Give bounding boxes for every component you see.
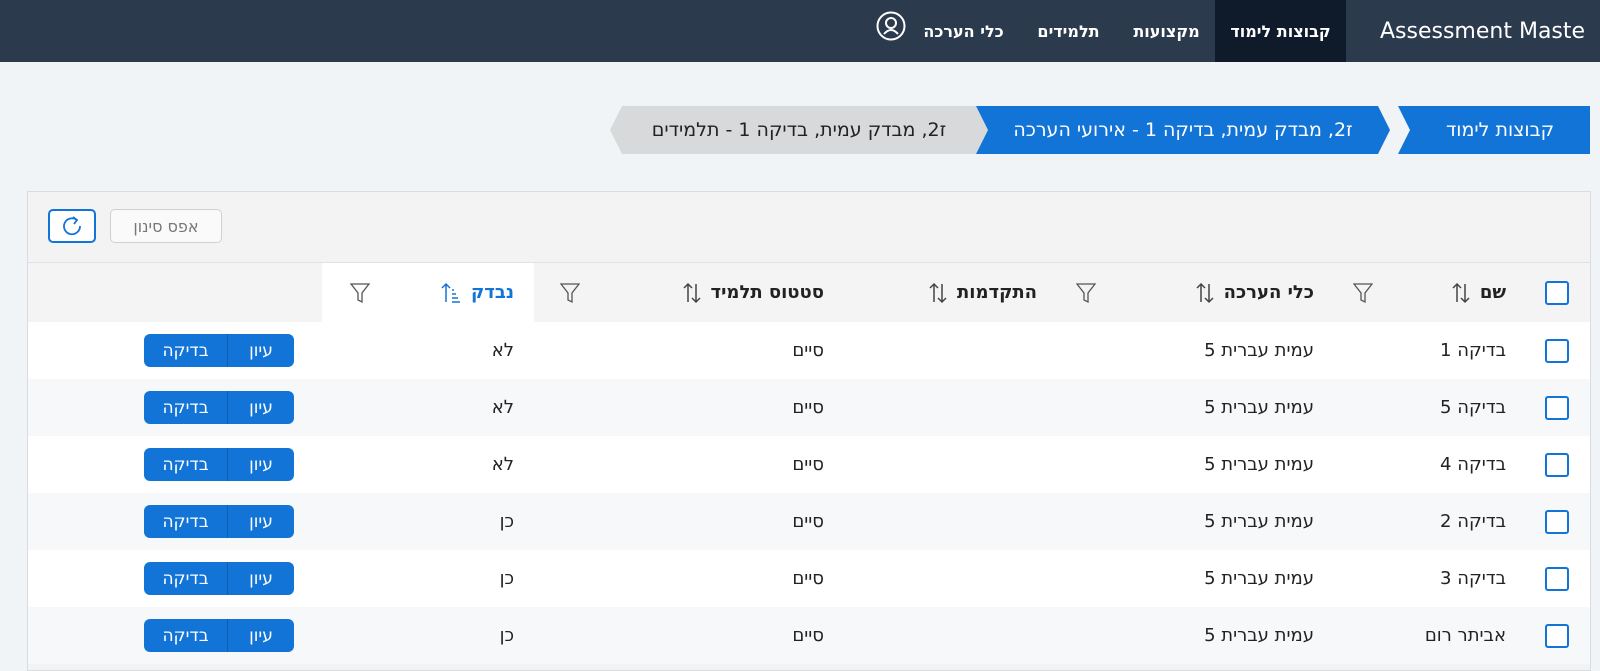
table-row: אביתר רום עמית עברית 5 סיים כן בדיקה עיו… [28, 607, 1590, 664]
sort-icon [1452, 282, 1470, 304]
header-name-label: שם [1479, 282, 1506, 303]
sort-icon [929, 282, 947, 304]
cell-name: אביתר רום [1424, 625, 1506, 646]
row-checkbox[interactable] [1542, 493, 1572, 550]
view-button[interactable]: עיון [228, 562, 294, 595]
header-name[interactable]: שם [1452, 263, 1506, 322]
header-tool-label: כלי הערכה [1223, 282, 1314, 303]
check-button[interactable]: בדיקה [144, 562, 228, 595]
view-button[interactable]: עיון [228, 448, 294, 481]
cell-tool: עמית עברית 5 [1204, 568, 1314, 589]
cell-checked: לא [491, 397, 514, 418]
breadcrumb-item-study-groups[interactable]: קבוצות לימוד [1410, 106, 1590, 154]
header-checked-label: נבדק [471, 282, 514, 303]
check-button[interactable]: בדיקה [144, 391, 228, 424]
row-checkbox[interactable] [1542, 607, 1572, 664]
top-nav: Assessment Maste קבוצות לימוד מקצועות תל… [0, 0, 1600, 62]
header-progress[interactable]: התקדמות [929, 263, 1037, 322]
row-checkbox[interactable] [1542, 379, 1572, 436]
table-row: בדיקה 1 עמית עברית 5 סיים לא בדיקה עיון [28, 322, 1590, 379]
check-button[interactable]: בדיקה [144, 505, 228, 538]
cell-tool: עמית עברית 5 [1204, 625, 1314, 646]
cell-status: סיים [792, 511, 824, 532]
cell-checked: כן [499, 568, 514, 589]
table-row: בדיקה 2 עמית עברית 5 סיים כן בדיקה עיון [28, 493, 1590, 550]
reset-filter-button[interactable]: אפס סינון [110, 209, 222, 243]
check-button[interactable]: בדיקה [144, 334, 228, 367]
breadcrumb-item-events[interactable]: ז2, מבדק עמית, בדיקה 1 - אירועי הערכה [988, 106, 1378, 154]
cell-status: סיים [792, 340, 824, 361]
table-row: בדיקה 4 עמית עברית 5 סיים לא בדיקה עיון [28, 436, 1590, 493]
cell-name: בדיקה 4 [1440, 454, 1506, 475]
cell-name: בדיקה 3 [1440, 568, 1506, 589]
table-row: בדיקה 5 עמית עברית 5 סיים לא בדיקה עיון [28, 379, 1590, 436]
cell-name: בדיקה 5 [1440, 397, 1506, 418]
table-row: בדיקה 3 עמית עברית 5 סיים כן בדיקה עיון [28, 550, 1590, 607]
row-actions: בדיקה עיון [144, 493, 294, 550]
cell-name: בדיקה 2 [1440, 511, 1506, 532]
filter-icon[interactable] [350, 263, 370, 322]
cell-checked: כן [499, 625, 514, 646]
row-actions: בדיקה עיון [144, 379, 294, 436]
view-button[interactable]: עיון [228, 505, 294, 538]
nav-item-students[interactable]: תלמידים [1019, 0, 1118, 62]
sort-ascending-icon [441, 282, 461, 304]
row-actions: בדיקה עיון [144, 550, 294, 607]
check-button[interactable]: בדיקה [144, 619, 228, 652]
filter-icon[interactable] [560, 263, 580, 322]
refresh-button[interactable] [48, 209, 96, 243]
cell-checked: לא [491, 454, 514, 475]
app-brand[interactable]: Assessment Maste [1372, 0, 1600, 62]
breadcrumb-item-students: ז2, מבדק עמית, בדיקה 1 - תלמידים [651, 119, 947, 141]
sort-icon [1196, 282, 1214, 304]
check-button[interactable]: בדיקה [144, 448, 228, 481]
refresh-icon [63, 216, 81, 236]
header-progress-label: התקדמות [957, 282, 1037, 303]
students-panel: אפס סינון שם כלי הערכה התקדמות סטטוס תלמ… [27, 191, 1591, 671]
row-actions: בדיקה עיון [144, 436, 294, 493]
filter-icon[interactable] [1353, 263, 1373, 322]
row-actions: בדיקה עיון [144, 322, 294, 379]
cell-name: בדיקה 1 [1440, 340, 1506, 361]
students-table: שם כלי הערכה התקדמות סטטוס תלמיד נבדק בד… [28, 262, 1590, 664]
header-tool[interactable]: כלי הערכה [1196, 263, 1314, 322]
row-actions: בדיקה עיון [144, 607, 294, 664]
breadcrumb: ז2, מבדק עמית, בדיקה 1 - תלמידים ז2, מבד… [610, 106, 1590, 154]
header-status[interactable]: סטטוס תלמיד [683, 263, 824, 322]
nav-item-subjects[interactable]: מקצועות [1118, 0, 1215, 62]
cell-tool: עמית עברית 5 [1204, 340, 1314, 361]
cell-status: סיים [792, 397, 824, 418]
header-checked[interactable]: נבדק [441, 263, 514, 322]
user-circle-icon[interactable] [876, 11, 906, 41]
filter-icon[interactable] [1076, 263, 1096, 322]
view-button[interactable]: עיון [228, 391, 294, 424]
cell-tool: עמית עברית 5 [1204, 397, 1314, 418]
row-checkbox[interactable] [1542, 436, 1572, 493]
row-checkbox[interactable] [1542, 550, 1572, 607]
sort-icon [683, 282, 701, 304]
select-all-checkbox[interactable] [1542, 263, 1572, 322]
cell-status: סיים [792, 454, 824, 475]
nav-item-study-groups[interactable]: קבוצות לימוד [1215, 0, 1346, 62]
cell-tool: עמית עברית 5 [1204, 511, 1314, 532]
cell-checked: כן [499, 511, 514, 532]
view-button[interactable]: עיון [228, 334, 294, 367]
view-button[interactable]: עיון [228, 619, 294, 652]
cell-status: סיים [792, 625, 824, 646]
cell-tool: עמית עברית 5 [1204, 454, 1314, 475]
header-status-label: סטטוס תלמיד [710, 282, 824, 303]
cell-status: סיים [792, 568, 824, 589]
table-header: שם כלי הערכה התקדמות סטטוס תלמיד נבדק [28, 262, 1590, 322]
nav-item-assessment-tools[interactable]: כלי הערכה [908, 0, 1019, 62]
row-checkbox[interactable] [1542, 322, 1572, 379]
cell-checked: לא [491, 340, 514, 361]
